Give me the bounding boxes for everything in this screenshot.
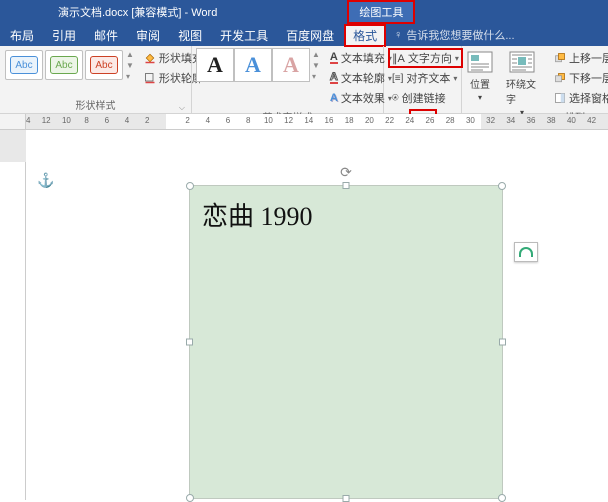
ruler-tick: 4 bbox=[206, 116, 210, 125]
dropdown-icon: ▾ bbox=[478, 93, 482, 102]
ruler-tick: 34 bbox=[506, 116, 515, 125]
link-icon: ⍟ bbox=[392, 92, 399, 105]
selection-pane-button[interactable]: 选择窗格 bbox=[550, 88, 608, 108]
vertical-ruler[interactable] bbox=[0, 130, 26, 500]
position-icon bbox=[466, 50, 494, 74]
dropdown-icon: ▾ bbox=[453, 74, 457, 83]
wordart-preset-1[interactable]: A bbox=[196, 48, 234, 82]
document-title: 演示文档.docx [兼容模式] - Word bbox=[58, 4, 217, 20]
wrap-text-button[interactable]: 环绕文字 ▾ bbox=[502, 48, 542, 119]
resize-handle-nw[interactable] bbox=[186, 182, 194, 190]
text-direction-icon: ∥A bbox=[392, 52, 405, 65]
ruler-tick: 40 bbox=[567, 116, 576, 125]
tab-developer[interactable]: 开发工具 bbox=[212, 25, 276, 46]
resize-handle-s[interactable] bbox=[343, 495, 350, 502]
lightbulb-icon: ♀ bbox=[394, 29, 402, 41]
resize-handle-se[interactable] bbox=[498, 494, 506, 502]
resize-handle-n[interactable] bbox=[343, 182, 350, 189]
chevron-down-icon[interactable]: ▼ bbox=[312, 61, 320, 70]
text-outline-icon: A bbox=[330, 72, 338, 84]
position-button[interactable]: 位置 ▾ bbox=[466, 48, 494, 104]
tab-format[interactable]: 格式 bbox=[344, 24, 386, 47]
tab-layout[interactable]: 布局 bbox=[2, 25, 42, 46]
text-direction-button[interactable]: ∥A 文字方向▾ bbox=[388, 48, 463, 68]
more-icon[interactable]: ▾ bbox=[126, 72, 134, 81]
paint-bucket-icon bbox=[144, 52, 156, 64]
tell-me-placeholder: 告诉我您想要做什么... bbox=[406, 27, 514, 43]
align-text-button[interactable]: [≡] 对齐文本▾ bbox=[388, 68, 463, 88]
document-workspace: ⚓ ⟳ 恋曲 1990 bbox=[0, 130, 608, 500]
resize-handle-sw[interactable] bbox=[186, 494, 194, 502]
align-text-icon: [≡] bbox=[392, 73, 403, 84]
ruler-tick: 42 bbox=[587, 116, 596, 125]
text-effects-icon: A bbox=[330, 92, 338, 104]
tab-references[interactable]: 引用 bbox=[44, 25, 84, 46]
ruler-tick: 8 bbox=[246, 116, 250, 125]
tab-mailings[interactable]: 邮件 bbox=[86, 25, 126, 46]
text-box-content[interactable]: 恋曲 1990 bbox=[190, 186, 502, 243]
rotate-handle-icon[interactable]: ⟳ bbox=[340, 164, 352, 181]
selection-pane-icon bbox=[554, 92, 566, 104]
ruler-tick: 14 bbox=[304, 116, 313, 125]
ruler-tick: 30 bbox=[466, 116, 475, 125]
ruler-tick: 12 bbox=[42, 116, 51, 125]
document-canvas[interactable]: ⚓ ⟳ 恋曲 1990 bbox=[26, 130, 608, 500]
bring-forward-button[interactable]: 上移一层 bbox=[550, 48, 608, 68]
ruler-tick: 20 bbox=[365, 116, 374, 125]
layout-options-icon bbox=[519, 247, 533, 257]
ruler-tick: 38 bbox=[547, 116, 556, 125]
text-fill-icon: A bbox=[330, 52, 338, 64]
ruler-tick: 16 bbox=[325, 116, 334, 125]
tell-me-search[interactable]: ♀ 告诉我您想要做什么... bbox=[394, 27, 514, 43]
ruler-tick: 10 bbox=[264, 116, 273, 125]
send-backward-icon bbox=[554, 72, 566, 84]
tab-view[interactable]: 视图 bbox=[170, 25, 210, 46]
layout-options-button[interactable] bbox=[514, 242, 538, 262]
send-backward-button[interactable]: 下移一层 bbox=[550, 68, 608, 88]
ruler-tick: 2 bbox=[185, 116, 189, 125]
chevron-up-icon[interactable]: ▲ bbox=[126, 50, 134, 59]
wordart-preset-2[interactable]: A bbox=[234, 48, 272, 82]
shape-style-preset-3[interactable]: Abc bbox=[85, 50, 123, 80]
ruler-tick: 28 bbox=[446, 116, 455, 125]
horizontal-ruler[interactable]: 1412108642246810121416182022242628303234… bbox=[0, 114, 608, 130]
ruler-tick: 32 bbox=[486, 116, 495, 125]
title-bar: 演示文档.docx [兼容模式] - Word 绘图工具 bbox=[0, 0, 608, 24]
chevron-down-icon[interactable]: ▼ bbox=[126, 61, 134, 70]
ruler-tick: 36 bbox=[527, 116, 536, 125]
tab-baidu[interactable]: 百度网盘 bbox=[278, 25, 342, 46]
contextual-tab-drawing-tools[interactable]: 绘图工具 bbox=[347, 0, 415, 24]
ruler-tick: 6 bbox=[226, 116, 230, 125]
anchor-icon: ⚓ bbox=[37, 172, 54, 189]
bring-forward-icon bbox=[554, 52, 566, 64]
more-icon[interactable]: ▾ bbox=[312, 72, 320, 81]
dropdown-icon: ▾ bbox=[455, 54, 459, 63]
ruler-tick: 14 bbox=[26, 116, 30, 125]
group-label-shape-styles: 形状样式 bbox=[4, 96, 187, 113]
ruler-tick: 18 bbox=[345, 116, 354, 125]
ruler-tick: 10 bbox=[62, 116, 71, 125]
create-link-button[interactable]: ⍟ 创建链接 bbox=[388, 88, 463, 108]
wordart-preset-3[interactable]: A bbox=[272, 48, 310, 82]
ruler-tick: 6 bbox=[105, 116, 109, 125]
ruler-tick: 26 bbox=[426, 116, 435, 125]
tab-review[interactable]: 审阅 bbox=[128, 25, 168, 46]
ribbon: Abc Abc Abc ▲ ▼ ▾ 形状填充▾ 形状轮廓▾ bbox=[0, 46, 608, 114]
selected-text-box[interactable]: ⟳ 恋曲 1990 bbox=[189, 185, 503, 499]
shape-style-preset-1[interactable]: Abc bbox=[5, 50, 43, 80]
chevron-up-icon[interactable]: ▲ bbox=[312, 50, 320, 59]
ribbon-tabs: 布局 引用 邮件 审阅 视图 开发工具 百度网盘 格式 ♀ 告诉我您想要做什么.… bbox=[0, 24, 608, 46]
resize-handle-ne[interactable] bbox=[498, 182, 506, 190]
ruler-tick: 8 bbox=[84, 116, 88, 125]
shape-style-preset-2[interactable]: Abc bbox=[45, 50, 83, 80]
ruler-tick: 4 bbox=[125, 116, 129, 125]
pen-outline-icon bbox=[144, 72, 156, 84]
ruler-tick: 12 bbox=[284, 116, 293, 125]
wrap-text-icon bbox=[508, 50, 536, 74]
ruler-tick: 24 bbox=[405, 116, 414, 125]
ruler-tick: 22 bbox=[385, 116, 394, 125]
ruler-tick: 2 bbox=[145, 116, 149, 125]
resize-handle-w[interactable] bbox=[186, 339, 193, 346]
resize-handle-e[interactable] bbox=[499, 339, 506, 346]
